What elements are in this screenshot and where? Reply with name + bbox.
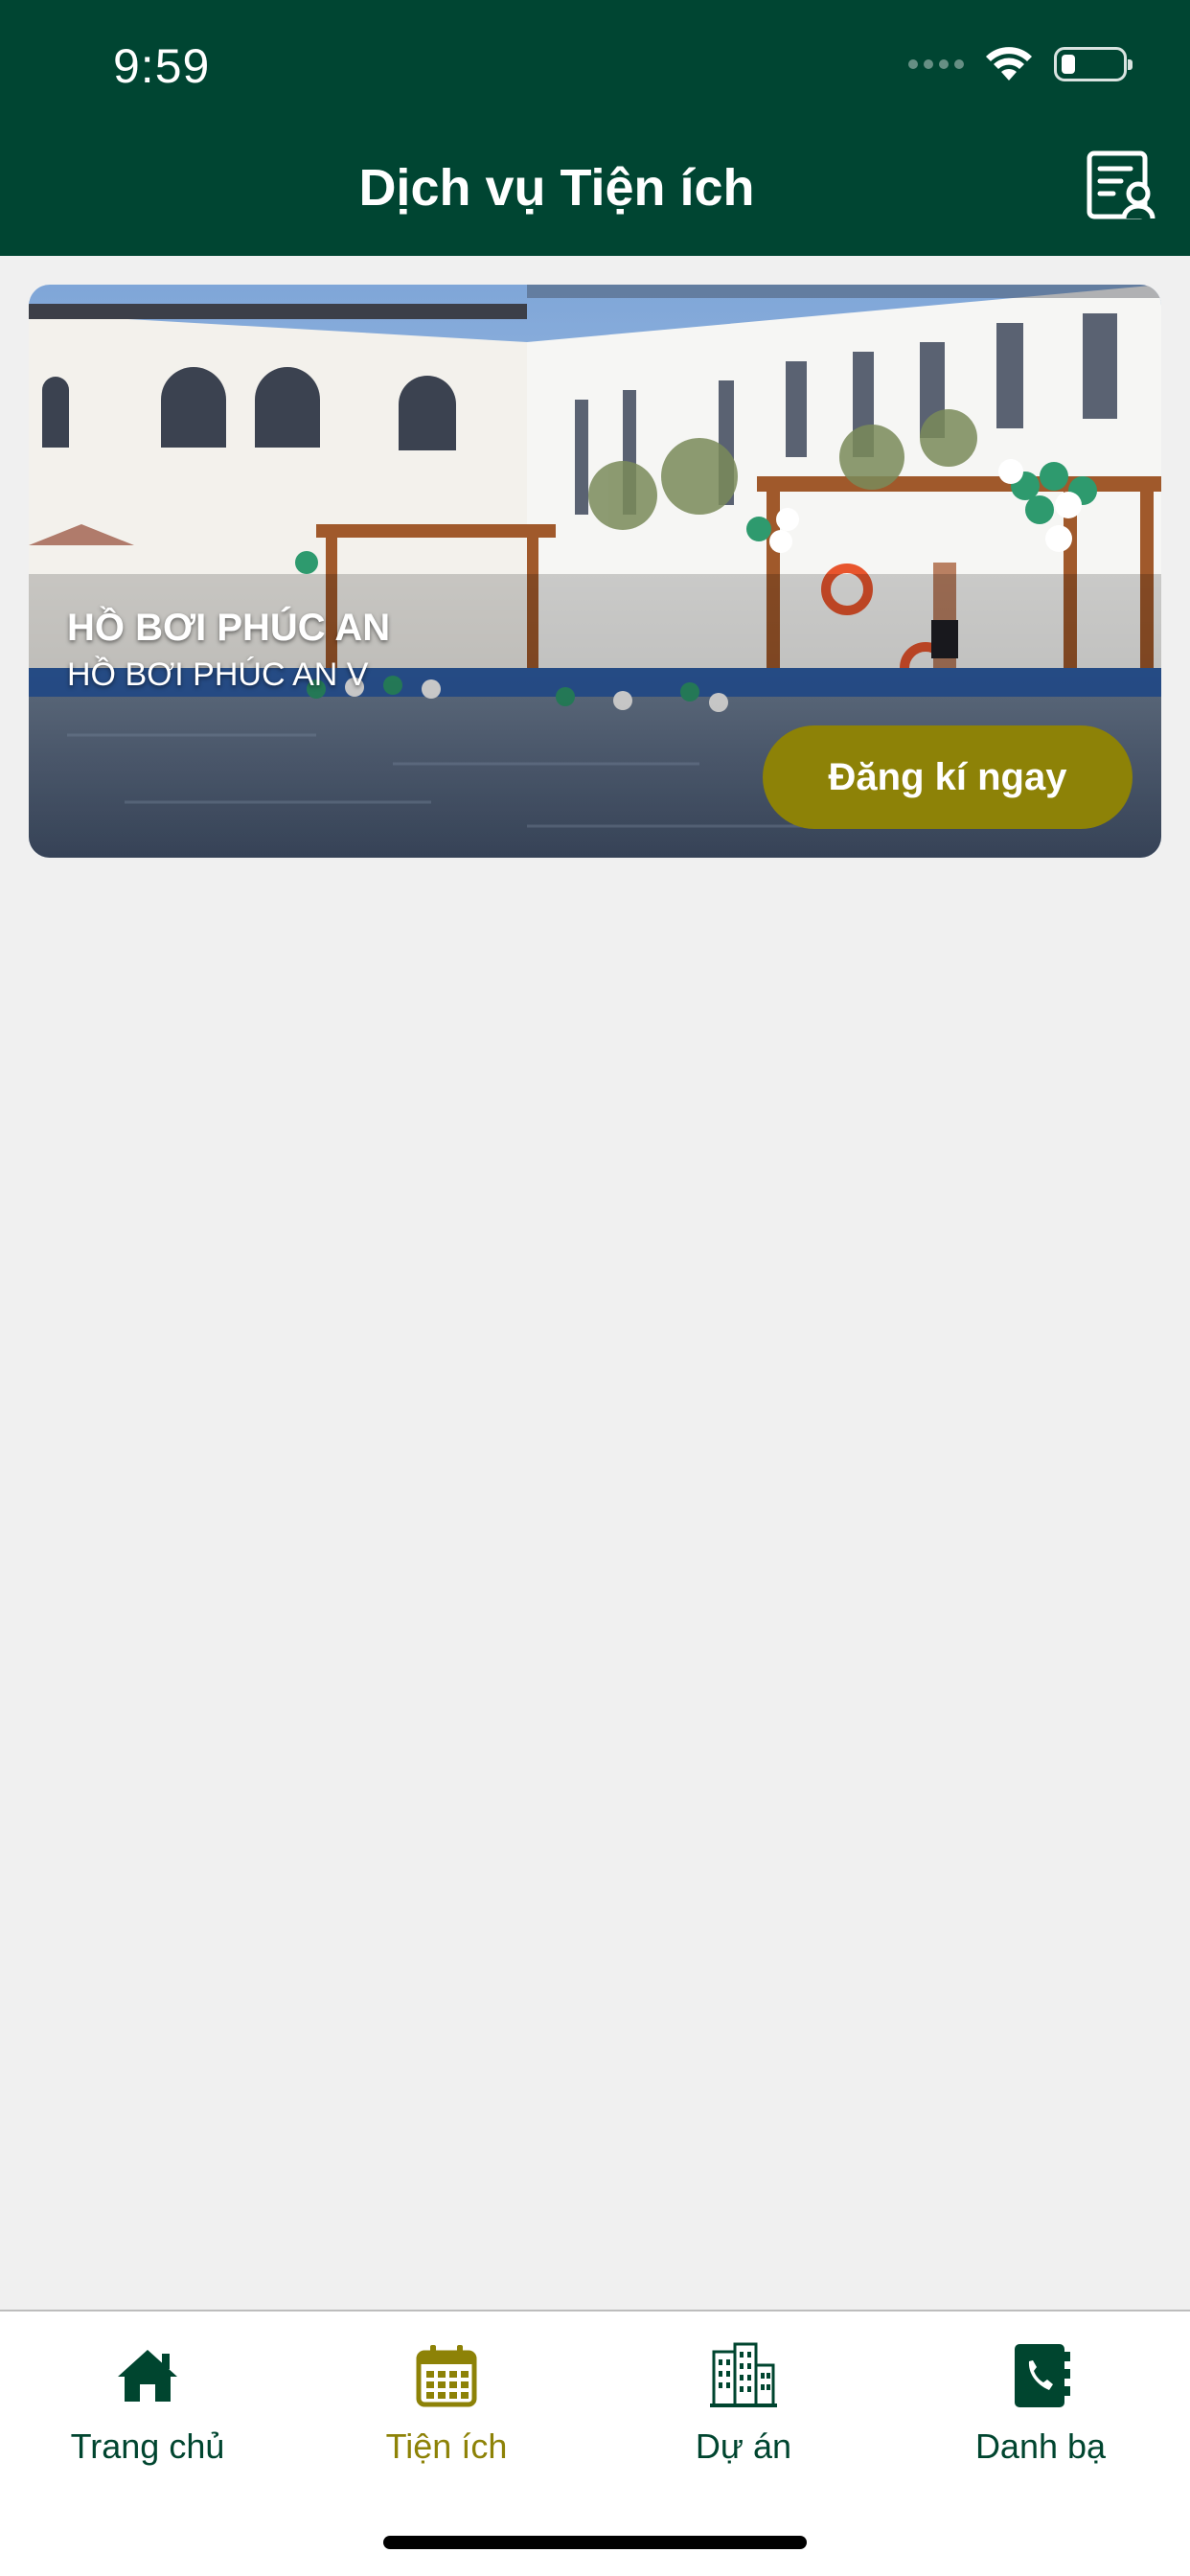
buildings-icon: [710, 2342, 777, 2407]
home-indicator: [383, 2536, 807, 2549]
phone-book-icon: [1015, 2344, 1070, 2407]
header: 9:59 Dịch vụ Tiện ích: [0, 0, 1190, 256]
registration-list-icon[interactable]: [1085, 150, 1157, 222]
tab-home[interactable]: Trang chủ: [33, 2340, 263, 2467]
service-subtitle: HỒ BƠI PHÚC AN V: [67, 656, 369, 693]
tab-projects[interactable]: Dự án: [629, 2340, 858, 2467]
tab-utilities-label: Tiện ích: [385, 2426, 508, 2466]
calendar-icon: [416, 2345, 477, 2407]
cellular-signal-icon: [908, 59, 964, 69]
home-icon: [118, 2350, 177, 2402]
page-title: Dịch vụ Tiện ích: [358, 159, 755, 217]
tab-contacts[interactable]: Danh bạ: [926, 2340, 1156, 2467]
status-icons: [908, 46, 1133, 82]
tab-contacts-label: Danh bạ: [974, 2426, 1107, 2466]
tab-projects-label: Dự án: [695, 2426, 792, 2466]
tab-utilities[interactable]: Tiện ích: [332, 2340, 561, 2467]
wifi-icon: [986, 47, 1032, 80]
tab-home-label: Trang chủ: [70, 2426, 225, 2466]
service-title: HỒ BƠI PHÚC AN: [67, 607, 391, 649]
service-card-pool[interactable]: HỒ BƠI PHÚC AN HỒ BƠI PHÚC AN V Đăng kí …: [29, 285, 1161, 858]
register-now-button[interactable]: Đăng kí ngay: [763, 725, 1133, 829]
battery-icon: [1054, 47, 1133, 81]
status-time: 9:59: [113, 39, 211, 93]
